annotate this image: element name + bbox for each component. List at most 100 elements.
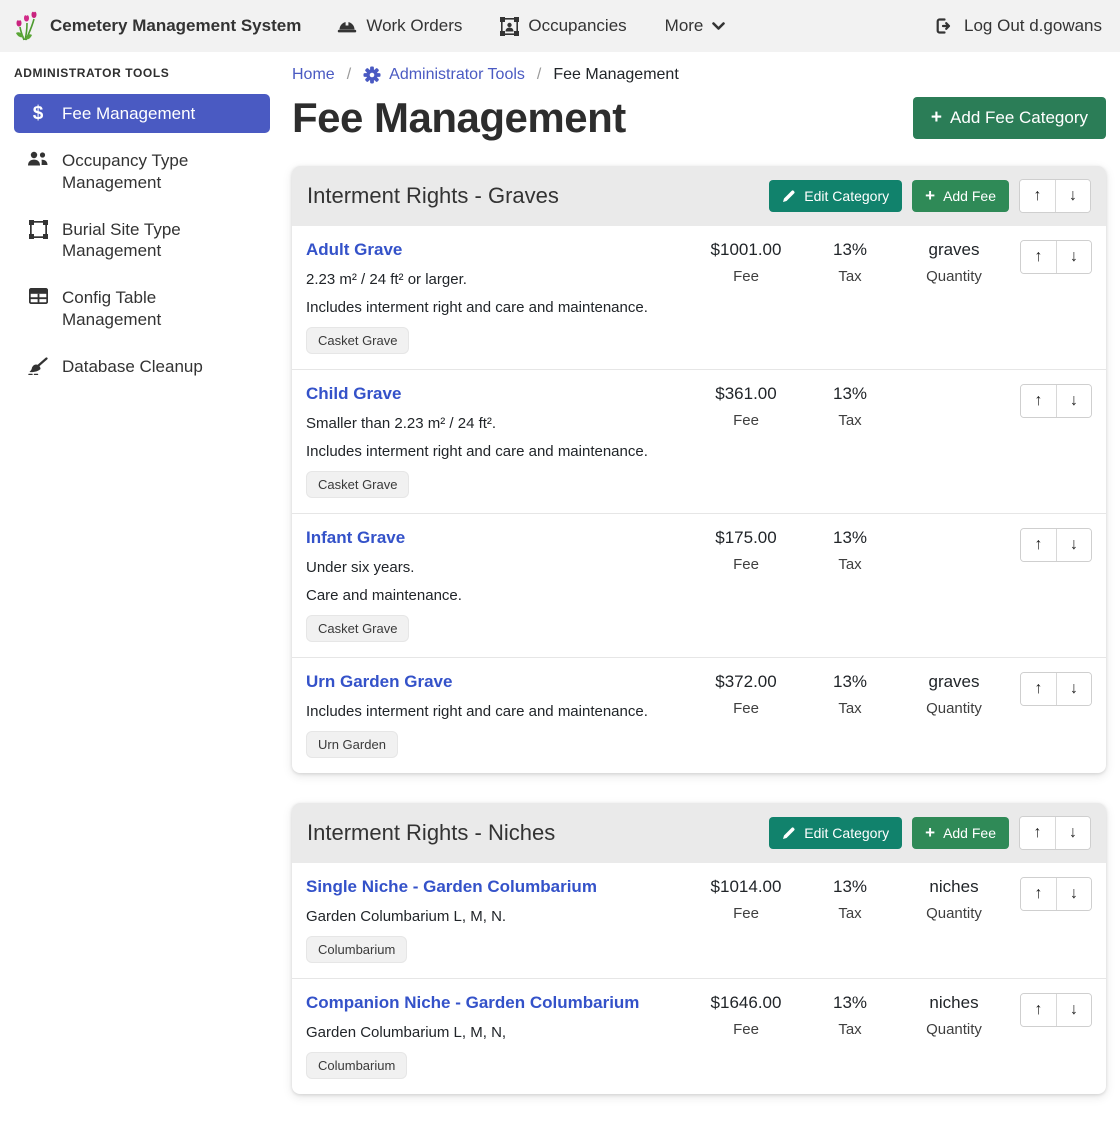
nav-occupancies[interactable]: Occupancies xyxy=(500,16,626,36)
fee-row: Single Niche - Garden Columbarium Garden… xyxy=(292,863,1106,979)
dollar-icon: $ xyxy=(26,104,50,123)
tax-label: Tax xyxy=(798,556,902,573)
fee-name-link[interactable]: Infant Grave xyxy=(306,528,405,548)
category-header: Interment Rights - Niches Edit Category … xyxy=(292,803,1106,863)
move-up-button[interactable]: ↑ xyxy=(1021,878,1056,910)
sidebar-item-fee-management[interactable]: $ Fee Management xyxy=(14,94,270,133)
top-navbar: Cemetery Management System Work Orders xyxy=(0,0,1120,52)
move-down-button[interactable]: ↓ xyxy=(1056,994,1091,1026)
site-type-badge: Columbarium xyxy=(306,1052,407,1079)
quantity-label: Quantity xyxy=(902,700,1006,717)
edit-category-button[interactable]: Edit Category xyxy=(769,817,902,849)
tax-value: 13% xyxy=(798,384,902,404)
move-up-button[interactable]: ↑ xyxy=(1021,385,1056,417)
vector-square-icon xyxy=(26,220,50,239)
fee-amount-column: $175.00 Fee xyxy=(694,528,798,573)
fee-row: Child Grave Smaller than 2.23 m² / 24 ft… xyxy=(292,370,1106,514)
fee-amount-column: $372.00 Fee xyxy=(694,672,798,717)
move-down-button[interactable]: ↓ xyxy=(1055,180,1090,212)
quantity-column: niches Quantity xyxy=(902,993,1006,1038)
add-fee-label: Add Fee xyxy=(943,188,996,204)
logout-button[interactable]: Log Out d.gowans xyxy=(934,16,1102,36)
sidebar-heading: ADMINISTRATOR TOOLS xyxy=(14,66,270,80)
quantity-column: graves Quantity xyxy=(902,240,1006,285)
add-fee-category-button[interactable]: + Add Fee Category xyxy=(913,97,1106,139)
move-up-button[interactable]: ↑ xyxy=(1020,180,1055,212)
fee-name-link[interactable]: Child Grave xyxy=(306,384,401,404)
tax-label: Tax xyxy=(798,412,902,429)
tax-column: 13% Tax xyxy=(798,240,902,285)
fee-amount-column: $361.00 Fee xyxy=(694,384,798,429)
sidebar-item-database-cleanup[interactable]: Database Cleanup xyxy=(14,347,270,386)
move-up-button[interactable]: ↑ xyxy=(1020,817,1055,849)
move-down-button[interactable]: ↓ xyxy=(1056,529,1091,561)
fee-label: Fee xyxy=(694,268,798,285)
page-title: Fee Management xyxy=(292,94,626,142)
fee-amount: $1646.00 xyxy=(694,993,798,1013)
move-down-button[interactable]: ↓ xyxy=(1056,241,1091,273)
nav-work-orders[interactable]: Work Orders xyxy=(337,16,462,36)
move-up-button[interactable]: ↑ xyxy=(1021,994,1056,1026)
move-up-button[interactable]: ↑ xyxy=(1021,529,1056,561)
tax-label: Tax xyxy=(798,700,902,717)
quantity-column: niches Quantity xyxy=(902,877,1006,922)
fee-label: Fee xyxy=(694,1021,798,1038)
broom-icon xyxy=(26,357,50,375)
category-reorder-controls: ↑ ↓ xyxy=(1019,816,1091,850)
occupancy-frame-icon xyxy=(500,17,519,36)
fee-amount: $1001.00 xyxy=(694,240,798,260)
table-icon xyxy=(26,288,50,304)
move-down-button[interactable]: ↓ xyxy=(1056,673,1091,705)
move-up-button[interactable]: ↑ xyxy=(1021,241,1056,273)
fee-name-link[interactable]: Single Niche - Garden Columbarium xyxy=(306,877,597,897)
fee-name-link[interactable]: Companion Niche - Garden Columbarium xyxy=(306,993,639,1013)
add-fee-button[interactable]: + Add Fee xyxy=(912,180,1009,212)
sidebar-item-label: Config Table Management xyxy=(62,287,260,330)
move-down-button[interactable]: ↓ xyxy=(1056,385,1091,417)
breadcrumb-current: Fee Management xyxy=(553,66,678,84)
nav-work-orders-label: Work Orders xyxy=(366,16,462,36)
site-type-badge: Urn Garden xyxy=(306,731,398,758)
fee-label: Fee xyxy=(694,700,798,717)
nav-more[interactable]: More xyxy=(665,16,726,36)
fee-reorder-controls: ↑ ↓ xyxy=(1020,384,1092,418)
breadcrumb-admin-tools-link[interactable]: Administrator Tools xyxy=(363,66,525,84)
category-reorder-controls: ↑ ↓ xyxy=(1019,179,1091,213)
quantity-label: Quantity xyxy=(902,1021,1006,1038)
fee-reorder-controls: ↑ ↓ xyxy=(1020,672,1092,706)
fee-amount-column: $1014.00 Fee xyxy=(694,877,798,922)
add-fee-button[interactable]: + Add Fee xyxy=(912,817,1009,849)
fee-reorder-controls: ↑ ↓ xyxy=(1020,993,1092,1027)
edit-category-button[interactable]: Edit Category xyxy=(769,180,902,212)
fee-name-link[interactable]: Adult Grave xyxy=(306,240,402,260)
chevron-down-icon xyxy=(712,22,725,31)
sidebar-item-label: Fee Management xyxy=(62,103,195,124)
fee-description: Includes interment right and care and ma… xyxy=(306,443,684,460)
breadcrumb-separator: / xyxy=(347,66,351,84)
breadcrumb-home-link[interactable]: Home xyxy=(292,66,335,84)
tax-value: 13% xyxy=(798,240,902,260)
main-content: Home / Administrator Tool xyxy=(282,52,1120,1124)
category-header: Interment Rights - Graves Edit Category … xyxy=(292,166,1106,226)
fee-description: 2.23 m² / 24 ft² or larger. xyxy=(306,271,684,288)
fee-amount: $372.00 xyxy=(694,672,798,692)
tulip-logo-icon xyxy=(14,11,40,41)
tax-value: 13% xyxy=(798,877,902,897)
sidebar-item-occupancy-type[interactable]: Occupancy Type Management xyxy=(14,141,270,202)
sidebar-item-config-table[interactable]: Config Table Management xyxy=(14,278,270,339)
move-down-button[interactable]: ↓ xyxy=(1055,817,1090,849)
tax-value: 13% xyxy=(798,528,902,548)
fee-description: Includes interment right and care and ma… xyxy=(306,299,684,316)
fee-name-link[interactable]: Urn Garden Grave xyxy=(306,672,452,692)
quantity-column: graves Quantity xyxy=(902,672,1006,717)
move-down-button[interactable]: ↓ xyxy=(1056,878,1091,910)
gear-icon xyxy=(363,66,381,84)
move-up-button[interactable]: ↑ xyxy=(1021,673,1056,705)
quantity-unit: niches xyxy=(902,993,1006,1013)
category-title: Interment Rights - Niches xyxy=(307,820,759,846)
tax-column: 13% Tax xyxy=(798,528,902,573)
sidebar: ADMINISTRATOR TOOLS $ Fee Management Occ… xyxy=(0,52,282,394)
sidebar-item-burial-site-type[interactable]: Burial Site Type Management xyxy=(14,210,270,271)
site-type-badge: Casket Grave xyxy=(306,471,409,498)
fee-amount-column: $1646.00 Fee xyxy=(694,993,798,1038)
